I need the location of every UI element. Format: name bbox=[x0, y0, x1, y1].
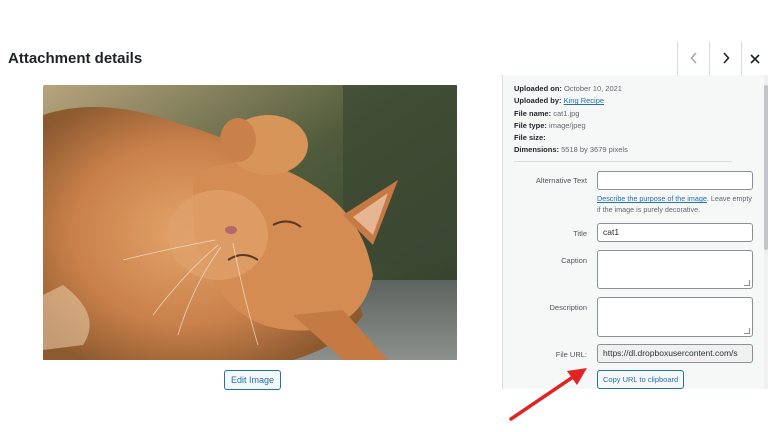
uploaded-on-label: Uploaded on: bbox=[514, 84, 562, 93]
resize-handle-icon[interactable] bbox=[744, 280, 750, 286]
resize-handle-icon[interactable] bbox=[744, 328, 750, 334]
modal-title: Attachment details bbox=[8, 50, 143, 67]
file-name-label: File name: bbox=[514, 108, 552, 118]
file-details: Uploaded on: October 10, 2021 Uploaded b… bbox=[514, 83, 628, 157]
attachment-preview: Edit Image bbox=[0, 75, 501, 405]
caption-textarea[interactable] bbox=[597, 250, 753, 289]
previous-button[interactable] bbox=[677, 42, 709, 75]
sidebar-scrollbar[interactable] bbox=[764, 75, 768, 389]
attachment-image bbox=[43, 85, 457, 360]
file-url-label: File URL: bbox=[555, 350, 587, 359]
dimensions-label: Dimensions: bbox=[514, 145, 560, 155]
modal-header: Attachment details bbox=[0, 42, 768, 76]
copy-url-button[interactable]: Copy URL to clipboard bbox=[597, 370, 685, 389]
alt-text-input[interactable] bbox=[597, 171, 753, 190]
title-label: Title bbox=[573, 229, 587, 238]
file-type-label: File type: bbox=[514, 120, 547, 130]
file-name-value: cat1.jpg bbox=[553, 108, 580, 118]
dimensions-row: Dimensions: 5518 by 3679 pixels bbox=[514, 144, 628, 156]
uploaded-on-value: October 10, 2021 bbox=[564, 84, 622, 93]
chevron-right-icon bbox=[722, 51, 730, 67]
file-type-row: File type: image/jpeg bbox=[514, 120, 628, 132]
scrollbar-thumb[interactable] bbox=[764, 85, 768, 250]
close-icon bbox=[750, 51, 760, 67]
uploaded-on-row: Uploaded on: October 10, 2021 bbox=[514, 83, 628, 95]
annotation-arrow-icon bbox=[509, 368, 587, 421]
alt-text-label: Alternative Text bbox=[535, 176, 587, 185]
dimensions-value: 5518 by 3679 pixels bbox=[561, 145, 628, 155]
next-button[interactable] bbox=[709, 42, 741, 75]
file-name-row: File name: cat1.jpg bbox=[514, 108, 628, 120]
chevron-left-icon bbox=[689, 51, 698, 67]
title-input[interactable]: cat1 bbox=[597, 223, 753, 242]
description-textarea[interactable] bbox=[597, 297, 753, 337]
alt-text-help-link[interactable]: Describe the purpose of the image bbox=[597, 194, 707, 203]
file-url-input[interactable]: https://dl.dropboxusercontent.com/s bbox=[597, 344, 753, 363]
edit-image-button[interactable]: Edit Image bbox=[224, 370, 282, 390]
file-size-row: File size: bbox=[514, 132, 628, 144]
caption-label: Caption bbox=[561, 256, 587, 265]
uploaded-by-link[interactable]: King Recipe bbox=[564, 96, 604, 105]
file-size-label: File size: bbox=[514, 133, 546, 143]
close-button[interactable] bbox=[741, 42, 768, 75]
uploaded-by-row: Uploaded by: King Recipe bbox=[514, 95, 628, 107]
file-type-value: image/jpeg bbox=[549, 120, 586, 130]
details-divider bbox=[514, 161, 732, 162]
attachment-info-sidebar: Uploaded on: October 10, 2021 Uploaded b… bbox=[502, 75, 765, 389]
alt-text-help: Describe the purpose of the image. Leave… bbox=[597, 194, 757, 215]
uploaded-by-label: Uploaded by: bbox=[514, 96, 562, 106]
description-label: Description bbox=[549, 303, 587, 312]
